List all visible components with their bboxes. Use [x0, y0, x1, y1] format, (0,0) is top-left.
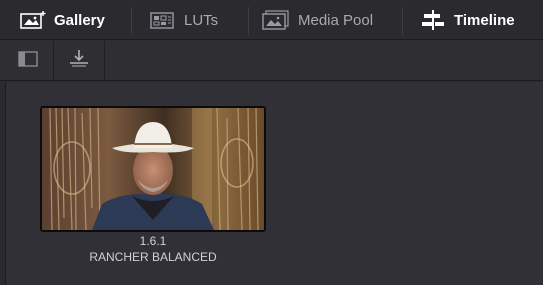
- tab-gallery[interactable]: Gallery: [20, 0, 130, 40]
- tab-luts[interactable]: LUTs: [150, 0, 250, 40]
- tab-luts-label: LUTs: [184, 11, 219, 29]
- import-still-button[interactable]: [54, 41, 104, 81]
- tab-media-pool[interactable]: Media Pool: [262, 0, 397, 40]
- sidebar-toggle-button[interactable]: [3, 41, 53, 81]
- luts-icon: [150, 10, 176, 30]
- tab-divider: [131, 7, 132, 35]
- gallery-icon: [20, 10, 46, 30]
- media-pool-icon: [262, 10, 290, 30]
- tab-divider: [402, 7, 403, 35]
- timeline-icon: [420, 9, 446, 31]
- still-thumbnail[interactable]: [40, 106, 266, 232]
- tab-gallery-label: Gallery: [54, 11, 105, 29]
- tab-media-pool-label: Media Pool: [298, 11, 374, 29]
- still-number: 1.6.1: [139, 234, 167, 248]
- still-label: RANCHER BALANCED: [89, 250, 217, 264]
- import-still-icon: [68, 49, 90, 74]
- tab-divider: [248, 7, 249, 35]
- toolbar-divider: [104, 41, 105, 81]
- gallery-toolbar: [0, 41, 543, 81]
- gallery-panel: Gallery LUTs Media Pool Timeline 1.6.1 R…: [0, 0, 543, 285]
- sidebar-toggle-icon: [18, 50, 38, 72]
- still-image: [42, 108, 264, 230]
- panel-tab-bar: Gallery LUTs Media Pool Timeline: [0, 0, 543, 40]
- tab-timeline[interactable]: Timeline: [420, 0, 543, 40]
- tab-timeline-label: Timeline: [454, 11, 515, 29]
